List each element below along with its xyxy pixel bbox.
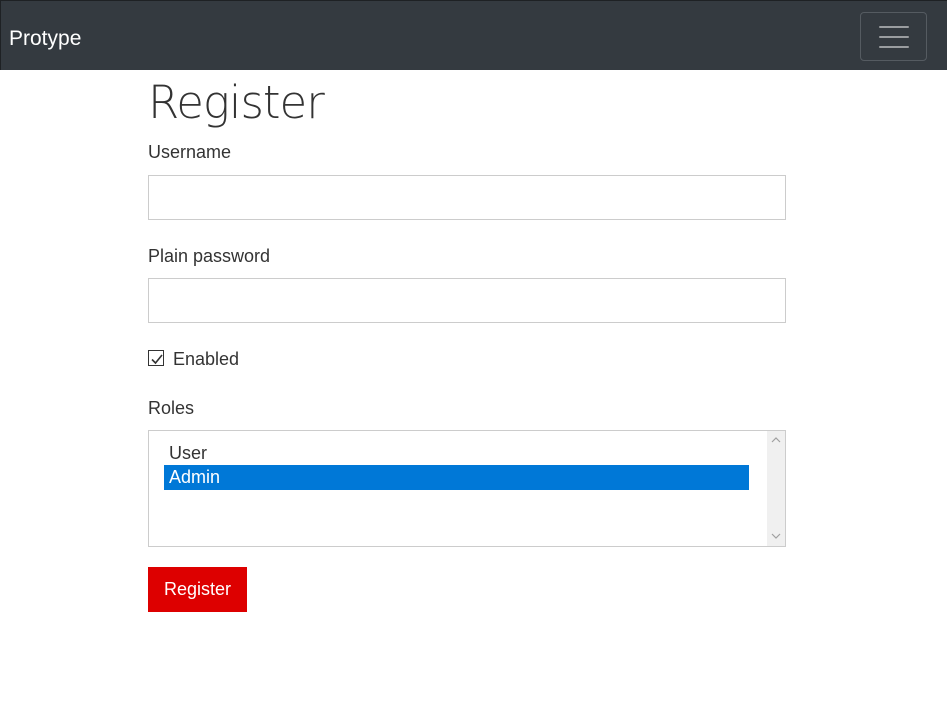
navbar-brand[interactable]: Protype bbox=[9, 25, 81, 53]
role-option-admin[interactable]: Admin bbox=[164, 465, 749, 490]
chevron-up-icon[interactable] bbox=[771, 436, 781, 444]
hamburger-icon bbox=[879, 26, 909, 48]
password-label: Plain password bbox=[148, 246, 271, 266]
roles-label: Roles bbox=[148, 398, 195, 418]
checkmark-icon bbox=[151, 354, 163, 365]
navbar-toggle-button[interactable] bbox=[860, 12, 927, 61]
password-input[interactable] bbox=[148, 278, 786, 323]
navbar: Protype bbox=[0, 0, 947, 70]
roles-select[interactable]: User Admin bbox=[148, 430, 786, 547]
register-button[interactable]: Register bbox=[148, 567, 247, 612]
username-input[interactable] bbox=[148, 175, 786, 220]
page-title: Register bbox=[148, 76, 325, 129]
enabled-checkbox[interactable] bbox=[148, 350, 164, 366]
username-label: Username bbox=[148, 142, 232, 162]
chevron-down-icon[interactable] bbox=[771, 532, 781, 540]
roles-scrollbar[interactable] bbox=[767, 431, 785, 546]
enabled-label: Enabled bbox=[173, 349, 240, 369]
role-option-user[interactable]: User bbox=[164, 441, 749, 466]
